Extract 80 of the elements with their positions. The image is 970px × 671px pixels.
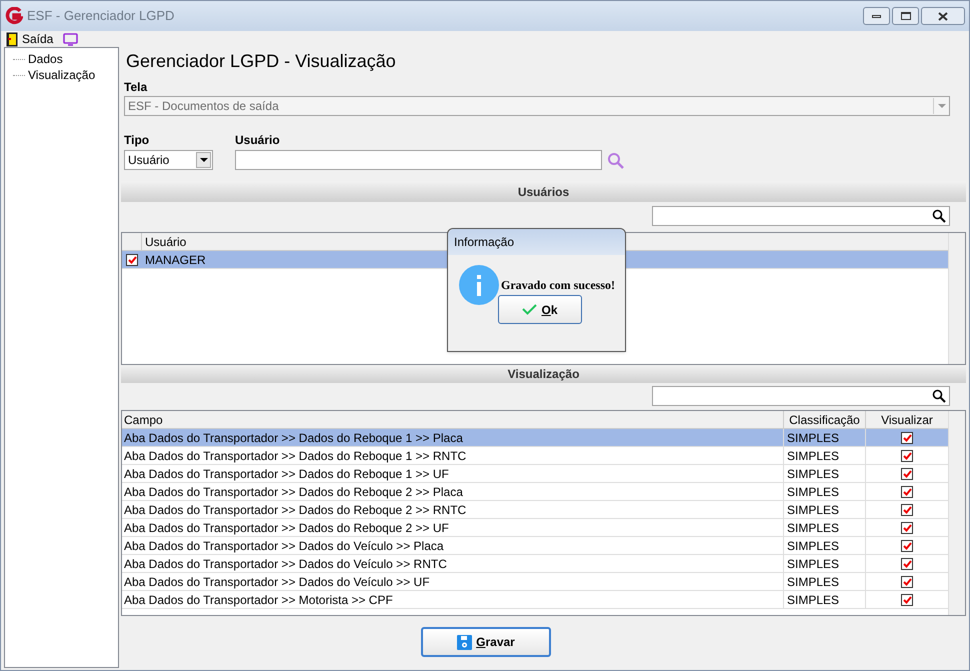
table-cell-text: MANAGER [144,252,206,268]
checkbox[interactable] [901,468,913,480]
table-row[interactable]: Aba Dados do Transportador >> Dados do Reboque 2 >> RNTC SIMPLES [122,501,948,519]
column-header[interactable]: Classificação [784,411,866,428]
tree-item[interactable]: Visualização [28,66,96,84]
section-header: Usuários [121,181,966,202]
search-icon[interactable] [932,389,946,403]
table-cell: Aba Dados do Transportador >> Dados do Veículo >> RNTC [122,555,784,572]
table-row[interactable]: Aba Dados do Transportador >> Dados do Veículo >> Placa SIMPLES [122,537,948,555]
field-label: Tipo [124,132,150,149]
column-header[interactable]: Usuário [145,232,186,250]
door-icon [6,32,18,46]
table-row[interactable]: Aba Dados do Transportador >> Dados do Veículo >> UF SIMPLES [122,573,948,591]
table-row[interactable]: Aba Dados do Transportador >> Dados do Reboque 2 >> UF SIMPLES [122,519,948,537]
dropdown-arrow-icon [938,104,946,108]
table-cell: Aba Dados do Transportador >> Dados do Reboque 2 >> Placa [122,483,784,500]
search-field[interactable] [652,206,950,226]
field-label: Usuário [235,132,281,149]
dropdown-arrow-icon [200,158,208,162]
close-button[interactable] [921,7,965,25]
field-label: Tela [124,79,148,96]
table-row[interactable]: Aba Dados do Transportador >> Dados do Reboque 1 >> Placa SIMPLES [122,429,948,447]
checkbox[interactable] [901,432,913,444]
restore-button[interactable] [892,7,919,25]
column-header[interactable]: Campo [122,411,784,428]
table-row[interactable]: Aba Dados do Transportador >> Motorista >> CPF SIMPLES [122,591,948,609]
table-cell: SIMPLES [784,465,866,482]
section-header: Visualização [121,365,966,383]
table-cell: SIMPLES [784,501,866,518]
checkbox[interactable] [901,486,913,498]
table-cell: Aba Dados do Transportador >> Dados do Veículo >> UF [122,573,784,590]
scrollbar[interactable] [948,411,965,615]
app-logo-icon [5,7,23,25]
save-button[interactable]: Gravar [421,627,551,657]
info-icon [459,265,499,305]
tipo-dropdown[interactable]: Usuário [124,150,213,170]
table-cell: Aba Dados do Transportador >> Dados do Reboque 2 >> RNTC [122,501,784,518]
page-heading: Gerenciador LGPD - Visualização [126,50,397,73]
table-cell: Aba Dados do Transportador >> Dados do Reboque 2 >> UF [122,519,784,536]
table-cell: SIMPLES [784,447,866,464]
minimize-button[interactable] [863,7,890,25]
usuario-input[interactable] [235,150,602,170]
close-icon [938,12,948,20]
table-row[interactable]: Aba Dados do Transportador >> Dados do Reboque 2 >> Placa SIMPLES [122,483,948,501]
checkbox[interactable] [901,522,913,534]
table-cell: Aba Dados do Transportador >> Dados do Reboque 1 >> Placa [122,429,784,446]
checkbox[interactable] [901,540,913,552]
table-cell: SIMPLES [784,555,866,572]
dialog-message: Gravado com sucesso! [501,277,615,294]
tela-dropdown[interactable]: ESF - Documentos de saída [124,96,950,116]
table-row[interactable]: Aba Dados do Transportador >> Dados do Reboque 1 >> UF SIMPLES [122,465,948,483]
checkbox[interactable] [126,254,138,266]
search-icon[interactable] [932,209,946,223]
ok-button[interactable]: Ok [498,295,582,324]
menu-item[interactable]: Saída [22,30,54,48]
checkbox[interactable] [901,558,913,570]
search-field[interactable] [652,386,950,406]
table-cell: SIMPLES [784,537,866,554]
column-header[interactable]: Visualizar [866,411,948,428]
table-cell: SIMPLES [784,483,866,500]
table-cell: SIMPLES [784,519,866,536]
monitor-icon[interactable] [63,32,78,46]
dialog-title: Informação [448,229,625,255]
table-cell: SIMPLES [784,429,866,446]
checkbox[interactable] [901,576,913,588]
table-row[interactable]: Aba Dados do Transportador >> Dados do Veículo >> RNTC SIMPLES [122,555,948,573]
table-cell: SIMPLES [784,573,866,590]
table-cell: SIMPLES [784,591,866,608]
checkbox[interactable] [901,594,913,606]
window-title: ESF - Gerenciador LGPD [27,7,174,26]
table-row[interactable]: Aba Dados do Transportador >> Dados do Reboque 1 >> RNTC SIMPLES [122,447,948,465]
table-cell: Aba Dados do Transportador >> Motorista >> CPF [122,591,784,608]
checkmark-icon [522,304,538,315]
table-cell: Aba Dados do Transportador >> Dados do Reboque 1 >> RNTC [122,447,784,464]
scrollbar[interactable] [948,233,965,364]
table-cell: Aba Dados do Transportador >> Dados do Reboque 1 >> UF [122,465,784,482]
checkbox[interactable] [901,450,913,462]
table-cell: Aba Dados do Transportador >> Dados do Veículo >> Placa [122,537,784,554]
tree-item[interactable]: Dados [28,50,63,68]
checkbox[interactable] [901,504,913,516]
